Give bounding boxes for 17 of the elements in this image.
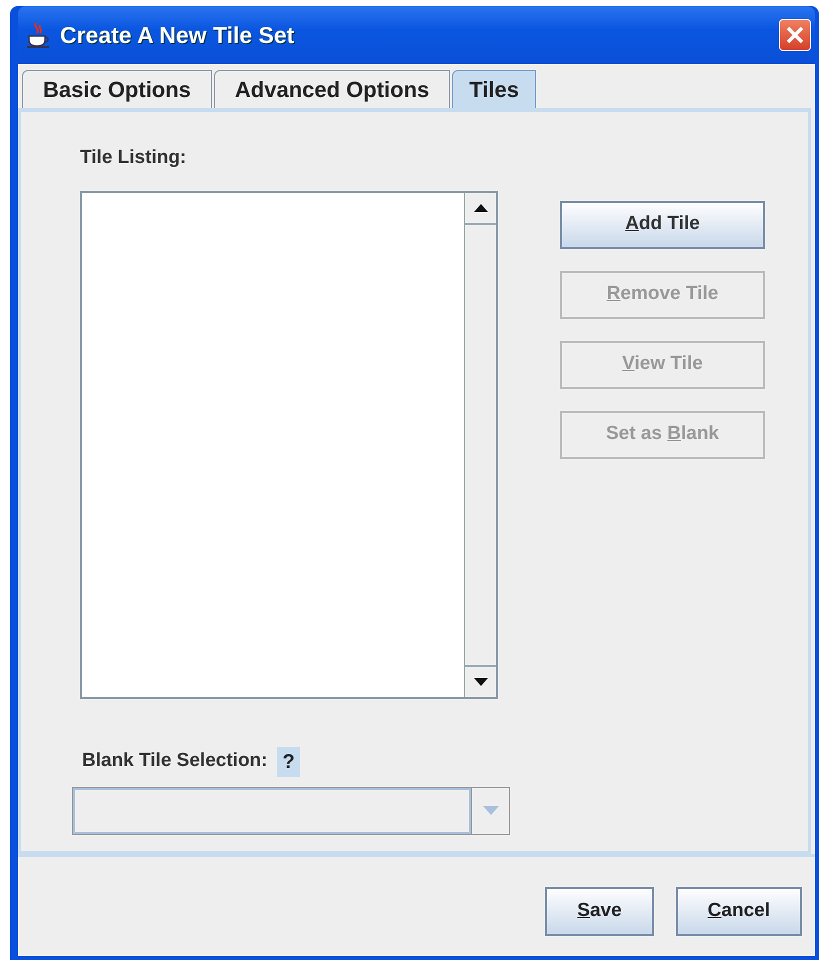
dropdown-arrow-icon: [482, 806, 498, 815]
down-arrow-icon: [474, 678, 488, 686]
up-arrow-icon: [474, 204, 488, 212]
scroll-bar[interactable]: [464, 192, 496, 696]
close-icon: [785, 25, 805, 45]
action-button[interactable]: Add Tile: [560, 200, 765, 248]
window-title: Create A New Tile Set: [60, 20, 296, 50]
tab[interactable]: Advanced Options: [214, 70, 450, 108]
blank-tile-label: Blank Tile Selection:: [82, 749, 268, 774]
dialog-button[interactable]: Cancel: [676, 887, 802, 936]
cup-icon: [26, 21, 52, 49]
tab[interactable]: Tiles: [452, 70, 536, 108]
dialog-button[interactable]: Save: [545, 887, 654, 936]
tab[interactable]: Basic Options: [22, 70, 212, 108]
close-button[interactable]: [779, 19, 811, 51]
tile-listing-label: Tile Listing:: [80, 146, 188, 170]
tile-list[interactable]: [80, 190, 498, 698]
